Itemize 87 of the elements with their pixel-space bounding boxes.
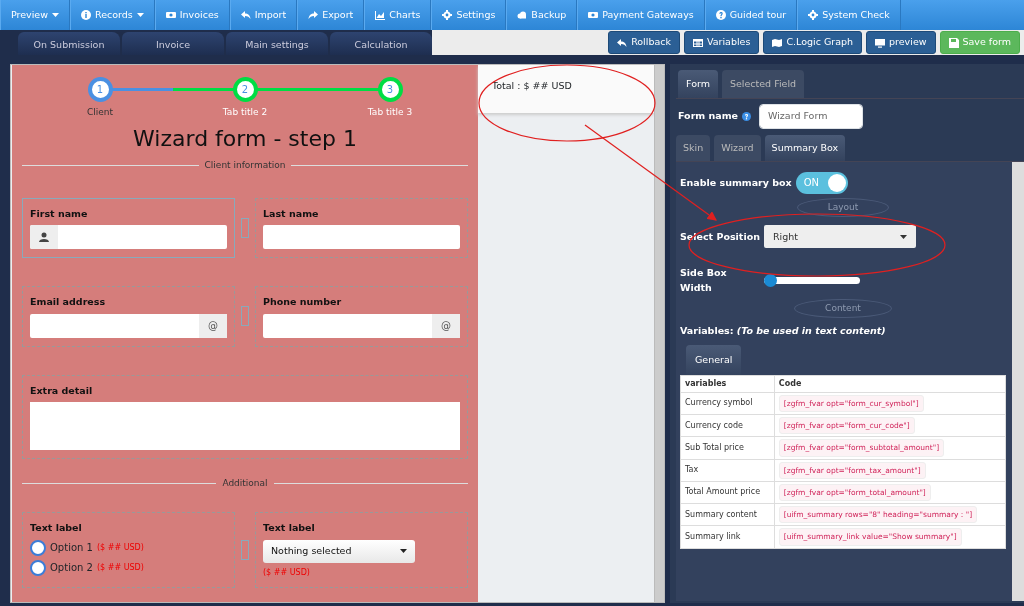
gear-icon (442, 10, 453, 20)
toolbar-button[interactable]: Rollback (608, 31, 680, 54)
monitor-icon (875, 37, 886, 48)
gear-icon (808, 10, 819, 20)
summary-total: Total : $ ## USD (492, 80, 572, 91)
share-icon (308, 10, 319, 20)
section-divider-label: Client information (204, 158, 286, 172)
drag-handle-icon[interactable] (241, 306, 249, 327)
panel-tab[interactable]: Skin (676, 134, 711, 161)
panel-tab[interactable]: Wizard (714, 134, 761, 161)
caret-icon (400, 549, 407, 553)
field-label: Email address (30, 295, 107, 310)
option-label: Option 2 (50, 561, 93, 575)
table-cell: Currency symbol (680, 392, 775, 415)
scrollbar[interactable] (654, 65, 664, 602)
table-cell: Summary content (680, 503, 775, 526)
option-label: Option 1 (50, 541, 93, 555)
field-label: Enable summary box (680, 175, 792, 190)
slider-track[interactable] (764, 277, 860, 284)
input-addon: @ (432, 313, 460, 338)
table-cell: Total Amount price (680, 481, 775, 504)
scrollbar[interactable] (1012, 161, 1024, 601)
table-cell: Sub Total price (680, 436, 775, 459)
field-label: Extra detail (30, 383, 94, 398)
toolbar-button[interactable]: preview (866, 31, 936, 54)
option-price: ($ ## USD) (96, 561, 144, 574)
field-label: Text label (263, 521, 316, 536)
text-input-field[interactable] (263, 225, 460, 250)
banknote-icon (588, 10, 599, 20)
builder-tab[interactable]: On Submission (18, 32, 120, 55)
panel-tab[interactable]: General (686, 344, 742, 375)
table-cell: Tax (680, 459, 775, 482)
select-dropdown[interactable]: Nothing selected (263, 539, 415, 563)
text-input-field[interactable]: Wizard Form (759, 104, 864, 129)
chart-icon (375, 10, 386, 20)
select-price: ($ ## USD) (263, 566, 311, 579)
section-divider-label: Additional (222, 476, 268, 490)
field-label: First name (30, 207, 89, 221)
panel-tab[interactable]: Selected Field (721, 70, 805, 99)
input-addon: @ (199, 313, 227, 338)
step-circle[interactable]: 2 (232, 77, 258, 102)
column-header: Code (774, 375, 1006, 393)
option-price: ($ ## USD) (96, 541, 144, 554)
builder-tab[interactable]: Invoice (122, 32, 224, 55)
form-title: Wizard form - step 1 (132, 124, 358, 153)
textarea-field[interactable] (30, 401, 460, 450)
step-circle[interactable]: 1 (87, 77, 113, 102)
undo-icon (617, 37, 628, 48)
field-label: Last name (263, 207, 320, 221)
cloud-icon (517, 10, 528, 20)
help-icon[interactable] (742, 111, 752, 121)
panel-tab[interactable]: Form (678, 70, 718, 99)
radio-button[interactable] (30, 539, 46, 556)
field-label: Side Box Width (680, 266, 728, 295)
banknote-icon (165, 10, 176, 20)
field-label: Phone number (263, 295, 343, 310)
builder-tab[interactable]: Main settings (226, 32, 328, 55)
slider-thumb[interactable] (764, 274, 777, 287)
text-input-field[interactable]: @ (263, 313, 460, 338)
table-cell: Summary link (680, 525, 775, 548)
map-icon (772, 37, 783, 48)
step-circle[interactable]: 3 (377, 77, 403, 102)
step-label: Tab title 2 (222, 106, 268, 119)
table-cell: Currency code (680, 414, 775, 437)
info-icon (81, 10, 91, 20)
caret-icon (900, 234, 907, 239)
drag-handle-icon[interactable] (241, 218, 249, 239)
toolbar-button[interactable]: Variables (683, 31, 760, 54)
builder-tab[interactable]: Calculation (330, 32, 432, 55)
select-dropdown[interactable]: Right (764, 225, 916, 249)
variables-note: Variables: (To be used in text content) (680, 324, 887, 339)
person-icon (39, 232, 49, 243)
drag-handle-icon[interactable] (241, 539, 249, 560)
column-header: variables (680, 375, 775, 393)
text-input-field[interactable]: @ (30, 313, 227, 338)
panel-tab[interactable]: Summary Box (764, 134, 846, 161)
field-label: Form name (678, 109, 739, 124)
field-label: Text label (30, 521, 83, 536)
step-label: Tab title 3 (367, 106, 413, 119)
table-icon (692, 37, 703, 48)
help-icon (715, 10, 726, 20)
toolbar-button[interactable]: C.Logic Graph (763, 31, 863, 54)
text-input-field[interactable] (30, 225, 227, 250)
radio-button[interactable] (30, 559, 46, 576)
undo-icon (240, 10, 251, 20)
toolbar-button[interactable]: Save form (939, 31, 1020, 54)
step-label: Client (86, 106, 114, 119)
